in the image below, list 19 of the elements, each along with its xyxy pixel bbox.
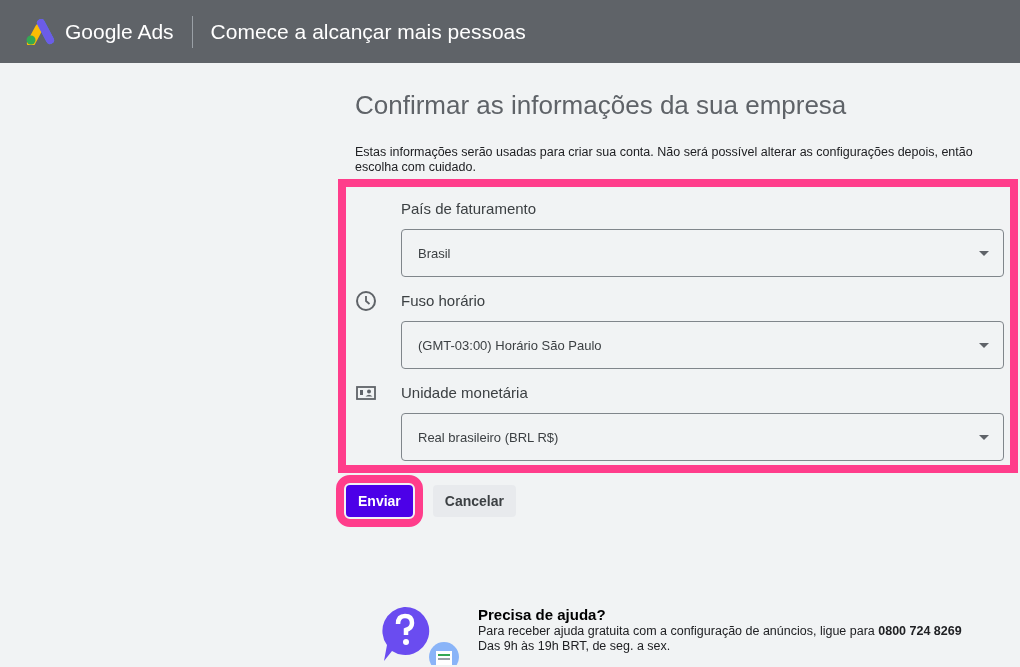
- caret-icon: [979, 342, 989, 348]
- header-title: Comece a alcançar mais pessoas: [210, 19, 526, 44]
- caret-icon: [979, 250, 989, 256]
- logo-icon: [25, 18, 55, 45]
- page-title: Confirmar as informações da sua empresa: [355, 89, 848, 121]
- help-hours: Das 9h às 19h BRT, de seg. a sex.: [478, 639, 672, 654]
- description-text: Estas informações serão usadas para criar sua conta. Não será possível alterar as configurações depois, então escolha com cuidado.: [355, 145, 974, 175]
- cancel-button[interactable]: Cancelar: [432, 485, 516, 517]
- dropdown[interactable]: (GMT-03:00) Horário São Paulo: [401, 321, 1004, 369]
- help-title: Precisa de ajuda?: [478, 605, 607, 624]
- dropdown[interactable]: Brasil: [401, 229, 1004, 277]
- field-label: País de faturamento: [401, 199, 538, 219]
- help-text: Para receber ajuda gratuita com a configuração de anúncios, ligue para 0800 724 8269: [478, 624, 962, 639]
- caret-icon: [979, 434, 989, 440]
- clock-icon: [355, 290, 377, 312]
- field-label: Fuso horário: [401, 291, 487, 311]
- dropdown[interactable]: Real brasileiro (BRL R$): [401, 413, 1004, 461]
- field-label: Unidade monetária: [401, 383, 529, 403]
- product-name: Google Ads: [65, 15, 193, 48]
